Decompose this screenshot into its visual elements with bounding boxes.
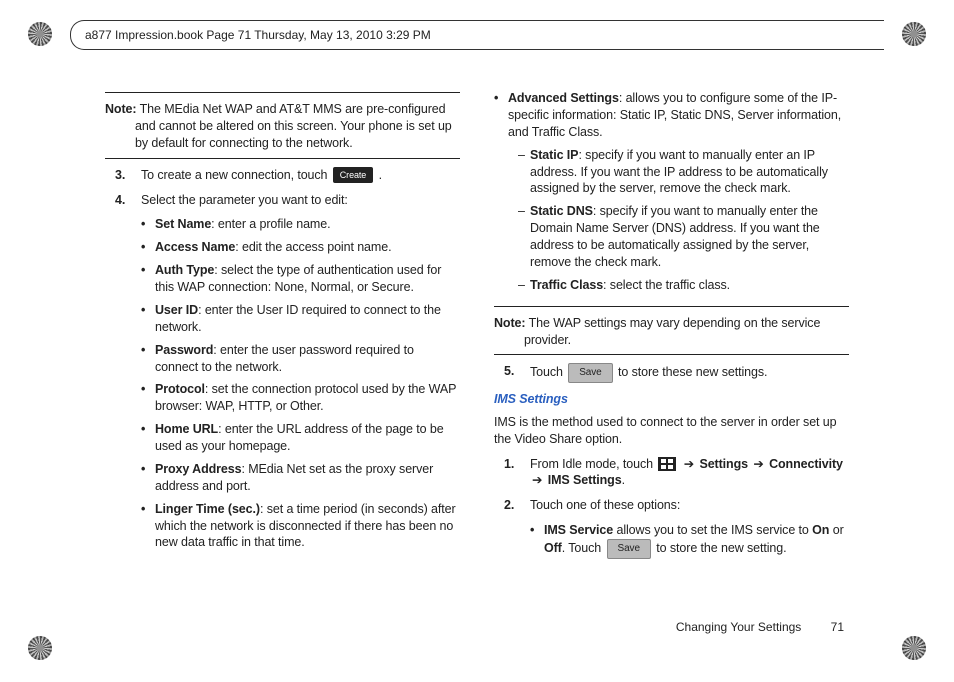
page-number: 71 xyxy=(831,620,844,634)
step-body: Select the parameter you want to edit: S… xyxy=(141,192,460,558)
page-body: Note: The MEdia Net WAP and AT&T MMS are… xyxy=(105,90,849,612)
save-button[interactable]: Save xyxy=(568,363,612,383)
rule xyxy=(105,158,460,159)
sub-item: Traffic Class: select the traffic class. xyxy=(508,277,849,294)
item-text: Touch xyxy=(568,541,604,555)
note-body: The WAP settings may vary depending on t… xyxy=(524,316,820,347)
step-body: From Idle mode, touch ➔ Settings ➔ Conne… xyxy=(530,456,849,490)
create-button[interactable]: Create xyxy=(333,167,373,183)
period: . xyxy=(622,473,625,487)
item-text: or xyxy=(829,523,843,537)
arrow-icon: ➔ xyxy=(532,473,542,487)
item-label: User ID xyxy=(155,303,198,317)
step-text: Touch one of these options: xyxy=(530,498,680,512)
nav-seg: Connectivity xyxy=(769,457,843,471)
item-label: Protocol xyxy=(155,382,205,396)
nav-seg: Settings xyxy=(699,457,748,471)
item-label: Linger Time (sec.) xyxy=(155,502,260,516)
step-3: 3. To create a new connection, touch Cre… xyxy=(105,167,460,184)
step-body: Touch one of these options: IMS Service … xyxy=(530,497,849,564)
rule xyxy=(494,306,849,307)
ims-intro: IMS is the method used to connect to the… xyxy=(494,414,849,448)
rule xyxy=(105,92,460,93)
step-number: 1. xyxy=(494,456,530,490)
sub-label: Traffic Class xyxy=(530,278,603,292)
section-heading: IMS Settings xyxy=(494,391,849,408)
step-body: Touch Save to store these new settings. xyxy=(530,363,849,383)
list-item: IMS Service allows you to set the IMS se… xyxy=(530,522,849,558)
arrow-icon: ➔ xyxy=(684,457,694,471)
sub-item: Static DNS: specify if you want to manua… xyxy=(508,203,849,271)
step-number: 2. xyxy=(494,497,530,564)
item-text: allows you to set the IMS service to xyxy=(613,523,812,537)
ims-step-1: 1. From Idle mode, touch ➔ Settings ➔ Co… xyxy=(494,456,849,490)
item-desc: : enter a profile name. xyxy=(211,217,330,231)
crop-mark-icon xyxy=(902,636,926,660)
list-item: Advanced Settings: allows you to configu… xyxy=(494,90,849,300)
item-label: Proxy Address xyxy=(155,462,241,476)
step-text: . xyxy=(379,168,382,182)
item-desc: : enter the User ID required to connect … xyxy=(155,303,441,334)
note-label: Note: xyxy=(105,102,136,116)
step-text: to store these new settings. xyxy=(618,365,767,379)
nav-seg: IMS Settings xyxy=(548,473,622,487)
note-block: Note: The MEdia Net WAP and AT&T MMS are… xyxy=(105,101,460,152)
arrow-icon: ➔ xyxy=(753,457,763,471)
step-4: 4. Select the parameter you want to edit… xyxy=(105,192,460,558)
list-item: Protocol: set the connection protocol us… xyxy=(141,381,460,415)
note-body: The MEdia Net WAP and AT&T MMS are pre-c… xyxy=(135,102,452,150)
print-header-text: a877 Impression.book Page 71 Thursday, M… xyxy=(85,28,431,42)
print-header: a877 Impression.book Page 71 Thursday, M… xyxy=(70,20,884,50)
step-number: 4. xyxy=(105,192,141,558)
step-number: 5. xyxy=(494,363,530,383)
list-item: Proxy Address: MEdia Net set as the prox… xyxy=(141,461,460,495)
list-item: Password: enter the user password requir… xyxy=(141,342,460,376)
item-text: to store the new setting. xyxy=(653,541,787,555)
note-label: Note: xyxy=(494,316,525,330)
list-item: Access Name: edit the access point name. xyxy=(141,239,460,256)
list-item: Linger Time (sec.): set a time period (i… xyxy=(141,501,460,552)
step-text: To create a new connection, touch xyxy=(141,168,331,182)
off-label: Off xyxy=(544,541,562,555)
note-text: Note: The WAP settings may vary dependin… xyxy=(494,315,849,349)
crop-mark-icon xyxy=(28,22,52,46)
left-column: Note: The MEdia Net WAP and AT&T MMS are… xyxy=(105,90,460,612)
step-text: Touch xyxy=(530,365,566,379)
item-label: Advanced Settings xyxy=(508,91,619,105)
sub-desc: : select the traffic class. xyxy=(603,278,730,292)
item-label: IMS Service xyxy=(544,523,613,537)
step-text: From Idle mode, touch xyxy=(530,457,656,471)
crop-mark-icon xyxy=(902,22,926,46)
list-item: Home URL: enter the URL address of the p… xyxy=(141,421,460,455)
note-text: Note: The MEdia Net WAP and AT&T MMS are… xyxy=(105,101,460,152)
list-item: User ID: enter the User ID required to c… xyxy=(141,302,460,336)
item-label: Access Name xyxy=(155,240,235,254)
on-label: On xyxy=(812,523,829,537)
item-label: Auth Type xyxy=(155,263,214,277)
sub-label: Static IP xyxy=(530,148,578,162)
rule xyxy=(494,354,849,355)
step-number: 3. xyxy=(105,167,141,184)
right-column: Advanced Settings: allows you to configu… xyxy=(494,90,849,612)
ims-step-2: 2. Touch one of these options: IMS Servi… xyxy=(494,497,849,564)
save-button[interactable]: Save xyxy=(607,539,651,559)
item-label: Password xyxy=(155,343,213,357)
list-item: Auth Type: select the type of authentica… xyxy=(141,262,460,296)
footer-section: Changing Your Settings xyxy=(676,620,801,634)
crop-mark-icon xyxy=(28,636,52,660)
item-desc: : edit the access point name. xyxy=(235,240,391,254)
item-label: Home URL xyxy=(155,422,218,436)
item-label: Set Name xyxy=(155,217,211,231)
step-5: 5. Touch Save to store these new setting… xyxy=(494,363,849,383)
note-block: Note: The WAP settings may vary dependin… xyxy=(494,315,849,349)
list-item: Set Name: enter a profile name. xyxy=(141,216,460,233)
sub-label: Static DNS xyxy=(530,204,593,218)
page-footer: Changing Your Settings 71 xyxy=(676,620,844,634)
menu-icon[interactable] xyxy=(658,457,676,471)
sub-item: Static IP: specify if you want to manual… xyxy=(508,147,849,198)
step-text: Select the parameter you want to edit: xyxy=(141,193,348,207)
step-body: To create a new connection, touch Create… xyxy=(141,167,460,184)
